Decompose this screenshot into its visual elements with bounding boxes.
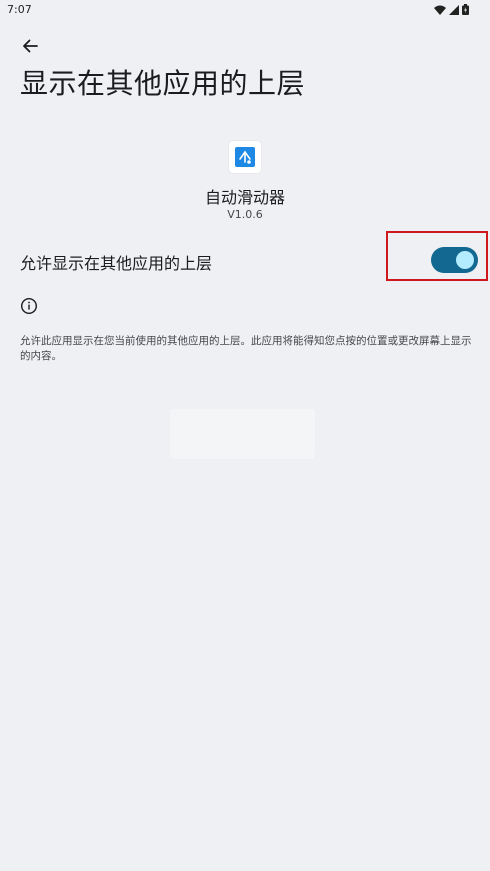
permission-description: 允许此应用显示在您当前使用的其他应用的上层。此应用将能得知您点按的位置或更改屏幕… — [20, 335, 472, 362]
app-name: 自动滑动器 — [204, 188, 285, 207]
permission-toggle-label: 允许显示在其他应用的上层 — [20, 254, 213, 273]
toast-placeholder — [170, 409, 315, 459]
app-version: V1.0.6 — [227, 208, 263, 221]
status-time: 7:07 — [7, 3, 32, 16]
switch-thumb — [456, 251, 474, 269]
status-bar: 7:07 — [0, 0, 490, 22]
status-icons — [434, 4, 469, 15]
signal-icon — [449, 4, 459, 15]
battery-icon — [462, 4, 469, 15]
back-button[interactable] — [16, 34, 44, 58]
back-arrow-icon — [23, 39, 38, 53]
info-icon — [20, 297, 38, 315]
app-icon — [229, 141, 261, 173]
page-title: 显示在其他应用的上层 — [20, 67, 306, 100]
permission-switch[interactable] — [431, 247, 478, 273]
wifi-icon — [434, 5, 446, 15]
